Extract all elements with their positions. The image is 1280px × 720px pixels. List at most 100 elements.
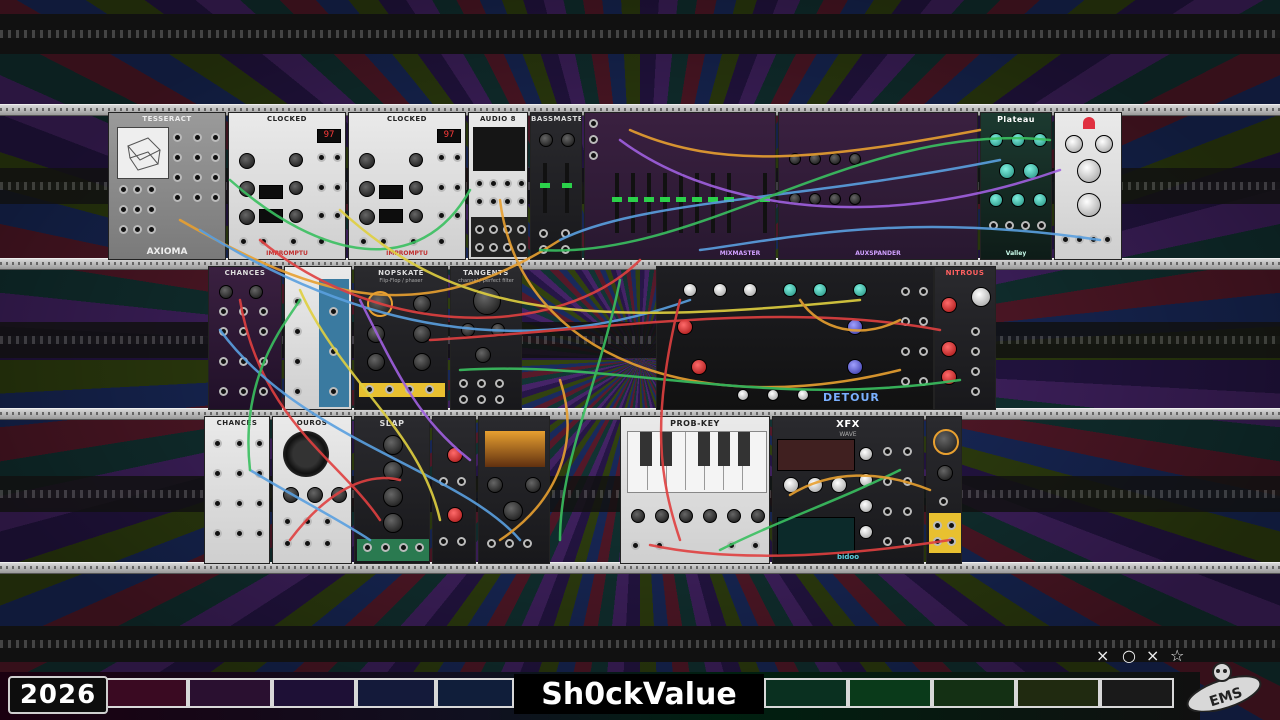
knob[interactable]	[1065, 135, 1083, 153]
knob[interactable]	[359, 209, 375, 225]
jack-port[interactable]	[359, 237, 368, 246]
knob[interactable]	[941, 341, 957, 357]
knob[interactable]	[859, 525, 873, 539]
fader-slider[interactable]	[612, 173, 622, 233]
fader-slider[interactable]	[540, 163, 550, 213]
module-nitrous[interactable]: NITROUS	[934, 266, 996, 410]
knob[interactable]	[703, 509, 717, 523]
jack-port[interactable]	[303, 539, 312, 548]
jack-port[interactable]	[503, 243, 512, 252]
knob[interactable]	[941, 297, 957, 313]
jack-port[interactable]	[211, 173, 220, 182]
knob[interactable]	[1095, 135, 1113, 153]
module-detour[interactable]: DETOUR	[656, 266, 934, 410]
jack-port[interactable]	[1061, 235, 1070, 244]
fader-slider[interactable]	[708, 173, 718, 233]
jack-port[interactable]	[235, 469, 244, 478]
jack-port[interactable]	[259, 327, 268, 336]
module-hot-tuna[interactable]	[284, 266, 352, 410]
jack-port[interactable]	[119, 225, 128, 234]
knob[interactable]	[797, 389, 809, 401]
knob[interactable]	[783, 283, 797, 297]
jack-port[interactable]	[239, 237, 248, 246]
knob[interactable]	[1011, 133, 1025, 147]
jack-port[interactable]	[293, 387, 302, 396]
jack-port[interactable]	[503, 179, 512, 188]
jack-port[interactable]	[193, 153, 202, 162]
jack-port[interactable]	[317, 211, 326, 220]
jack-port[interactable]	[919, 287, 928, 296]
fader-slider[interactable]	[760, 173, 770, 233]
knob[interactable]	[989, 193, 1003, 207]
jack-port[interactable]	[437, 211, 446, 220]
knob[interactable]	[743, 283, 757, 297]
fader-slider[interactable]	[724, 173, 734, 233]
jack-port[interactable]	[147, 205, 156, 214]
jack-port[interactable]	[259, 357, 268, 366]
knob[interactable]	[473, 287, 501, 315]
knob[interactable]	[239, 181, 255, 197]
jack-port[interactable]	[903, 507, 912, 516]
jack-port[interactable]	[385, 385, 394, 394]
jack-port[interactable]	[437, 183, 446, 192]
knob[interactable]	[677, 319, 693, 335]
jack-port[interactable]	[425, 385, 434, 394]
jack-port[interactable]	[317, 183, 326, 192]
module-slap[interactable]: SLAP	[354, 416, 430, 564]
jack-port[interactable]	[235, 529, 244, 538]
knob[interactable]	[999, 163, 1015, 179]
jack-port[interactable]	[503, 225, 512, 234]
knob[interactable]	[413, 295, 431, 313]
jack-port[interactable]	[283, 517, 292, 526]
module-nopskate[interactable]: NOPSKATE Flip-Flop / phaser	[354, 266, 448, 410]
jack-port[interactable]	[589, 135, 598, 144]
jack-port[interactable]	[971, 387, 980, 396]
jack-port[interactable]	[883, 477, 892, 486]
module-clocked-2[interactable]: CLOCKED 97 IMPROMPTU	[348, 112, 466, 260]
knob[interactable]	[367, 291, 393, 317]
jack-port[interactable]	[561, 229, 570, 238]
jack-port[interactable]	[517, 243, 526, 252]
piano-keyboard[interactable]	[627, 431, 767, 493]
knob[interactable]	[447, 507, 463, 523]
jack-port[interactable]	[989, 221, 998, 230]
jack-port[interactable]	[489, 225, 498, 234]
jack-port[interactable]	[517, 179, 526, 188]
jack-port[interactable]	[751, 541, 760, 550]
jack-port[interactable]	[901, 347, 910, 356]
knob[interactable]	[383, 513, 403, 533]
module-auxspander[interactable]: AUXSPANDER	[778, 112, 978, 260]
jack-port[interactable]	[119, 205, 128, 214]
jack-port[interactable]	[631, 541, 640, 550]
jack-port[interactable]	[947, 537, 956, 546]
jack-port[interactable]	[453, 183, 462, 192]
knob[interactable]	[683, 283, 697, 297]
knob[interactable]	[813, 283, 827, 297]
jack-port[interactable]	[933, 521, 942, 530]
knob[interactable]	[849, 193, 861, 205]
jack-port[interactable]	[323, 517, 332, 526]
jack-port[interactable]	[211, 153, 220, 162]
jack-port[interactable]	[439, 537, 448, 546]
knob[interactable]	[383, 487, 403, 507]
jack-port[interactable]	[489, 243, 498, 252]
knob[interactable]	[289, 209, 303, 223]
module-ouros[interactable]: OUROS	[272, 416, 352, 564]
jack-port[interactable]	[259, 307, 268, 316]
jack-port[interactable]	[919, 317, 928, 326]
knob[interactable]	[751, 509, 765, 523]
jack-port[interactable]	[459, 379, 468, 388]
fader-slider[interactable]	[660, 173, 670, 233]
jack-port[interactable]	[477, 395, 486, 404]
jack-port[interactable]	[211, 133, 220, 142]
knob[interactable]	[331, 487, 347, 503]
jack-port[interactable]	[333, 183, 342, 192]
jack-port[interactable]	[495, 379, 504, 388]
jack-port[interactable]	[219, 307, 228, 316]
jack-port[interactable]	[919, 347, 928, 356]
knob[interactable]	[1023, 163, 1039, 179]
jack-port[interactable]	[211, 193, 220, 202]
module-tesseract[interactable]: TESSERACT AXIOMA	[108, 112, 226, 260]
jack-port[interactable]	[517, 225, 526, 234]
knob[interactable]	[409, 153, 423, 167]
